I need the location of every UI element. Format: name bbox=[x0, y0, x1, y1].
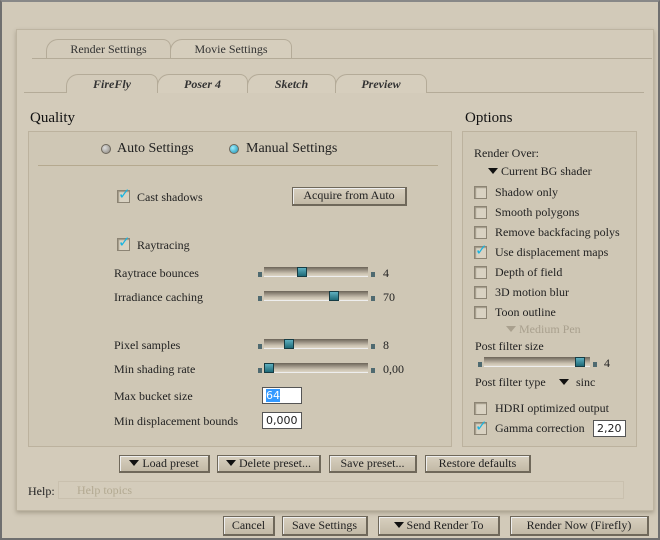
dropdown-arrow-icon bbox=[506, 326, 516, 332]
post-filter-size-value: 4 bbox=[604, 356, 610, 370]
raytrace-bounces-label: Raytrace bounces bbox=[114, 266, 199, 280]
slider-thumb[interactable] bbox=[264, 363, 274, 373]
auto-settings-label: Auto Settings bbox=[117, 141, 194, 156]
slider-thumb[interactable] bbox=[297, 267, 307, 277]
slider-thumb[interactable] bbox=[284, 339, 294, 349]
irradiance-caching-value: 70 bbox=[383, 290, 395, 304]
post-filter-type-label: Post filter type bbox=[475, 375, 546, 389]
raytracing-label: Raytracing bbox=[137, 238, 190, 252]
depth-of-field-checkbox[interactable] bbox=[474, 266, 487, 279]
render-over-dropdown[interactable]: Current BG shader bbox=[488, 164, 592, 179]
depth-of-field-label: Depth of field bbox=[495, 265, 563, 279]
slider-max-marker bbox=[371, 368, 375, 373]
options-heading: Options bbox=[465, 110, 513, 126]
3d-motion-blur-label: 3D motion blur bbox=[495, 285, 569, 299]
help-label: Help: bbox=[28, 484, 55, 498]
slider-min-marker bbox=[478, 362, 482, 367]
subtab-preview[interactable]: Preview bbox=[335, 74, 427, 93]
delete-preset-button[interactable]: Delete preset... bbox=[217, 455, 321, 473]
remove-backfacing-polys-checkbox[interactable] bbox=[474, 226, 487, 239]
post-filter-size-label: Post filter size bbox=[475, 339, 544, 353]
slider-max-marker bbox=[371, 344, 375, 349]
min-shading-rate-value: 0,00 bbox=[383, 362, 404, 376]
help-topics-field[interactable]: Help topics bbox=[58, 481, 624, 499]
dropdown-arrow-icon bbox=[488, 168, 498, 174]
save-settings-button[interactable]: Save Settings bbox=[282, 516, 368, 536]
toon-outline-label: Toon outline bbox=[495, 305, 556, 319]
manual-settings-radio[interactable] bbox=[229, 144, 239, 154]
max-bucket-size-label: Max bucket size bbox=[114, 389, 193, 403]
pixel-samples-label: Pixel samples bbox=[114, 338, 181, 352]
acquire-from-auto-button[interactable]: Acquire from Auto bbox=[292, 187, 407, 206]
remove-backfacing-polys-label: Remove backfacing polys bbox=[495, 225, 620, 239]
save-preset-button[interactable]: Save preset... bbox=[329, 455, 417, 473]
quality-heading: Quality bbox=[30, 110, 75, 126]
use-displacement-maps-checkbox[interactable] bbox=[474, 241, 488, 259]
subtab-firefly[interactable]: FireFly bbox=[66, 74, 158, 93]
raytrace-bounces-slider[interactable] bbox=[264, 267, 368, 277]
slider-thumb[interactable] bbox=[575, 357, 585, 367]
dropdown-arrow-icon bbox=[226, 460, 237, 466]
toon-outline-checkbox[interactable] bbox=[474, 306, 487, 319]
raytracing-checkbox[interactable] bbox=[117, 233, 131, 251]
3d-motion-blur-checkbox[interactable] bbox=[474, 286, 487, 299]
cast-shadows-checkbox[interactable] bbox=[117, 185, 131, 203]
subtab-sketch[interactable]: Sketch bbox=[247, 74, 336, 93]
cast-shadows-label: Cast shadows bbox=[137, 190, 203, 204]
tab-movie-settings[interactable]: Movie Settings bbox=[170, 39, 292, 58]
irradiance-caching-label: Irradiance caching bbox=[114, 290, 203, 304]
slider-max-marker bbox=[371, 272, 375, 277]
slider-min-marker bbox=[258, 272, 262, 277]
dropdown-arrow-icon bbox=[129, 460, 140, 466]
slider-max-marker bbox=[371, 296, 375, 301]
smooth-polygons-label: Smooth polygons bbox=[495, 205, 580, 219]
dropdown-arrow-icon bbox=[559, 379, 569, 385]
use-displacement-maps-label: Use displacement maps bbox=[495, 245, 609, 259]
gamma-value-input[interactable]: 2,20 bbox=[593, 420, 626, 437]
hdri-label: HDRI optimized output bbox=[495, 401, 609, 415]
hdri-checkbox[interactable] bbox=[474, 402, 487, 415]
min-shading-rate-label: Min shading rate bbox=[114, 362, 196, 376]
slider-min-marker bbox=[258, 344, 262, 349]
quality-box bbox=[28, 131, 452, 447]
raytrace-bounces-value: 4 bbox=[383, 266, 389, 280]
gamma-correction-label: Gamma correction bbox=[495, 421, 585, 435]
pixel-samples-slider[interactable] bbox=[264, 339, 368, 349]
send-render-to-button[interactable]: Send Render To bbox=[378, 516, 500, 536]
pixel-samples-value: 8 bbox=[383, 338, 389, 352]
divider bbox=[38, 165, 438, 166]
slider-thumb[interactable] bbox=[329, 291, 339, 301]
render-over-label: Render Over: bbox=[474, 146, 539, 160]
post-filter-size-slider[interactable] bbox=[484, 357, 590, 367]
min-displacement-bounds-input[interactable]: 0,000 bbox=[262, 412, 302, 429]
post-filter-type-dropdown[interactable]: sinc bbox=[559, 375, 595, 390]
min-shading-rate-slider[interactable] bbox=[264, 363, 368, 373]
shadow-only-label: Shadow only bbox=[495, 185, 558, 199]
slider-min-marker bbox=[258, 368, 262, 373]
subtab-poser4[interactable]: Poser 4 bbox=[157, 74, 248, 93]
gamma-correction-checkbox[interactable] bbox=[474, 417, 488, 435]
slider-min-marker bbox=[258, 296, 262, 301]
restore-defaults-button[interactable]: Restore defaults bbox=[425, 455, 531, 473]
manual-settings-label: Manual Settings bbox=[246, 141, 338, 156]
tab-divider bbox=[32, 58, 652, 59]
render-settings-window: Render Settings Movie Settings FireFly P… bbox=[0, 0, 660, 540]
tab-render-settings[interactable]: Render Settings bbox=[46, 39, 171, 58]
irradiance-caching-slider[interactable] bbox=[264, 291, 368, 301]
max-bucket-size-input[interactable]: 64 bbox=[262, 387, 302, 404]
slider-max-marker bbox=[593, 362, 597, 367]
toon-pen-dropdown[interactable]: Medium Pen bbox=[506, 322, 581, 337]
smooth-polygons-checkbox[interactable] bbox=[474, 206, 487, 219]
shadow-only-checkbox[interactable] bbox=[474, 186, 487, 199]
min-displacement-bounds-label: Min displacement bounds bbox=[114, 414, 238, 428]
cancel-button[interactable]: Cancel bbox=[223, 516, 275, 536]
dropdown-arrow-icon bbox=[393, 522, 404, 528]
render-now-button[interactable]: Render Now (Firefly) bbox=[510, 516, 649, 536]
load-preset-button[interactable]: Load preset bbox=[119, 455, 210, 473]
auto-settings-radio[interactable] bbox=[101, 144, 111, 154]
